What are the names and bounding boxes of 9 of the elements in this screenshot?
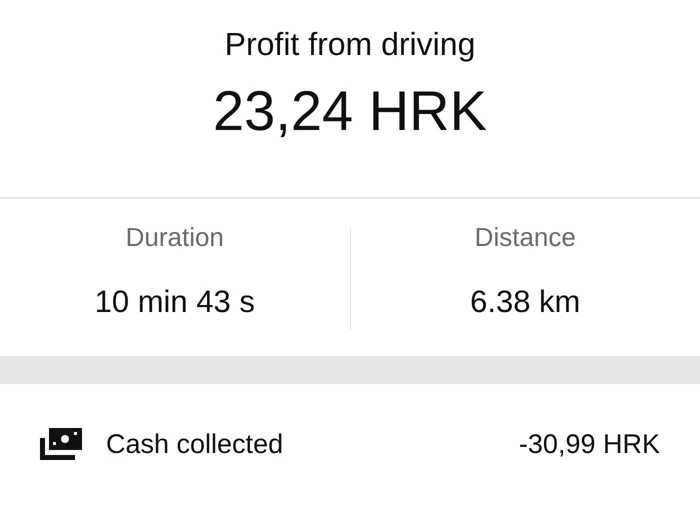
- cash-icon: [40, 428, 82, 460]
- stat-value: 10 min 43 s: [94, 283, 256, 321]
- item-label: Cash collected: [106, 428, 284, 461]
- profit-amount: 23,24 HRK: [212, 78, 488, 144]
- stat-value: 6.38 km: [469, 283, 582, 321]
- page-title: Profit from driving: [224, 25, 476, 64]
- stat-label: Distance: [474, 221, 577, 254]
- item-amount: -30,99 HRK: [518, 428, 660, 461]
- stat-label: Duration: [124, 221, 225, 254]
